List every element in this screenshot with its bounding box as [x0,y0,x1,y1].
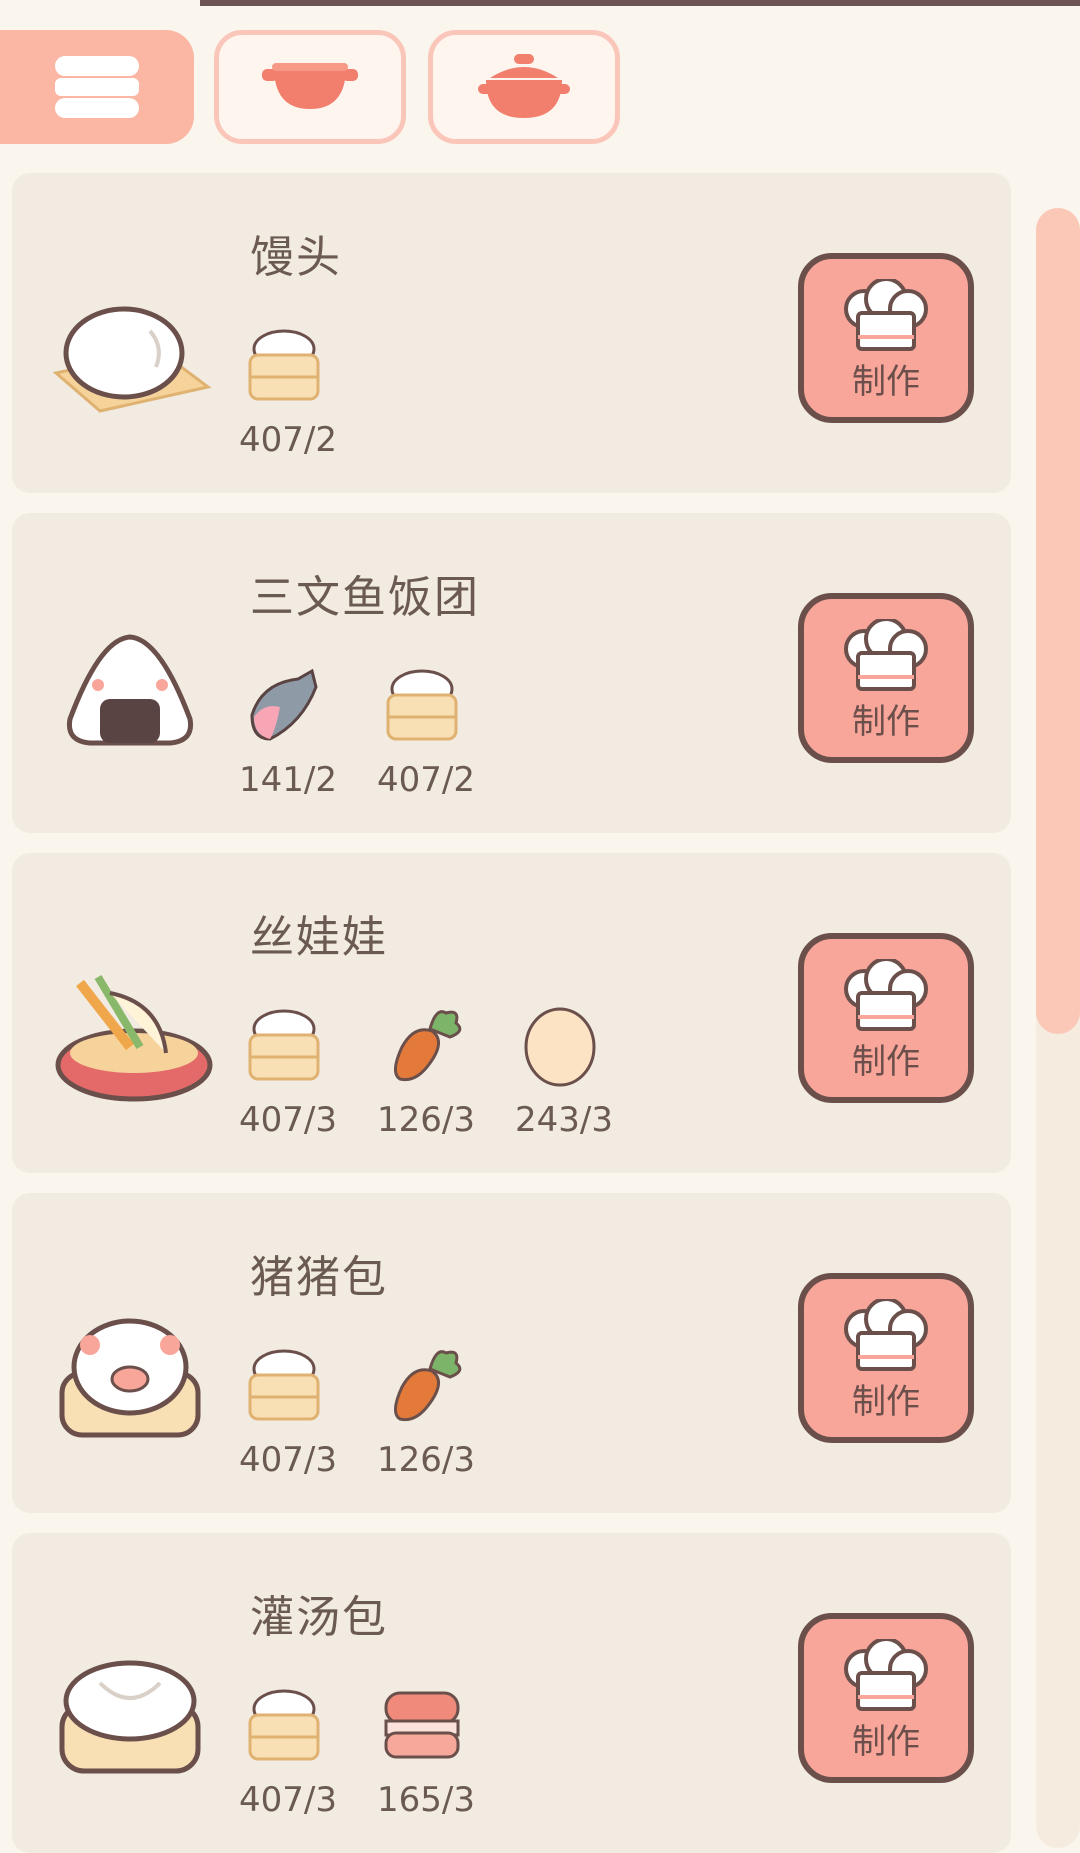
tab-pot[interactable] [214,30,406,144]
make-button[interactable]: 制作 [798,1613,974,1783]
ingredient: 407/3 [228,1683,348,1833]
make-button-label: 制作 [852,702,920,742]
ingredient-count: 126/3 [377,1440,475,1480]
dish-name: 丝娃娃 [250,912,388,963]
tab-casserole[interactable] [428,30,620,144]
soup-dumpling-icon [59,1660,201,1774]
ingredient: 126/3 [366,1343,486,1493]
scrollbar-thumb[interactable] [1036,208,1080,1034]
ingredient: 243/3 [504,1003,624,1153]
onigiri-icon [66,634,194,746]
ingredient: 407/3 [228,1343,348,1493]
ingredient-count: 243/3 [515,1100,613,1140]
ingredient: 141/2 [228,663,348,813]
tab-steamer[interactable] [0,30,194,144]
chef-hat-icon [844,1299,928,1371]
make-button[interactable]: 制作 [798,1273,974,1443]
dish-name: 灌汤包 [250,1592,388,1643]
ingredient-count: 407/3 [239,1780,337,1820]
carrot-icon [394,1350,462,1422]
ingredient: 407/3 [228,1003,348,1153]
steamed-flour-icon [248,329,320,401]
casserole-icon [478,54,570,118]
make-button-label: 制作 [852,1722,920,1762]
make-button-label: 制作 [852,1042,920,1082]
carrot-icon [394,1010,462,1082]
piggy-bun-icon [59,1318,201,1438]
make-button[interactable]: 制作 [798,253,974,423]
steamed-flour-icon [248,1349,320,1421]
siwawa-icon [55,974,213,1102]
recipe-card: 灌汤包 407/3 165/3 制作 [12,1533,1011,1853]
dish-name: 三文鱼饭团 [250,572,480,623]
make-button-label: 制作 [852,362,920,402]
ingredient-count: 407/3 [239,1440,337,1480]
chef-hat-icon [844,1639,928,1711]
meat-icon [384,1691,460,1759]
ingredient-count: 407/2 [377,760,475,800]
ingredient: 407/2 [366,663,486,813]
egg-icon [524,1007,596,1087]
steamed-flour-icon [248,1689,320,1761]
recipe-card: 猪猪包 407/3 126/3 制作 [12,1193,1011,1513]
ingredient: 126/3 [366,1003,486,1153]
chef-hat-icon [844,619,928,691]
mantou-icon [52,306,212,413]
steamer-icon [55,56,139,118]
dish-name: 猪猪包 [250,1252,388,1303]
dish-name: 馒头 [250,232,342,283]
ingredient: 407/2 [228,323,348,473]
ingredient-count: 407/2 [239,420,337,460]
salmon-icon [250,668,318,741]
steamed-flour-icon [386,669,458,741]
make-button[interactable]: 制作 [798,593,974,763]
recipe-card: 丝娃娃 407/3 126/3 243/3 制作 [12,853,1011,1173]
ingredient-count: 141/2 [239,760,337,800]
ingredient-count: 165/3 [377,1780,475,1820]
steamed-flour-icon [248,1009,320,1081]
make-button-label: 制作 [852,1382,920,1422]
chef-hat-icon [844,279,928,351]
make-button[interactable]: 制作 [798,933,974,1103]
top-border [200,0,1080,6]
ingredient-count: 407/3 [239,1100,337,1140]
recipe-card: 三文鱼饭团 141/2 407/2 制作 [12,513,1011,833]
pot-icon [262,63,358,109]
recipe-card: 馒头 407/2 制作 [12,173,1011,493]
chef-hat-icon [844,959,928,1031]
ingredient: 165/3 [366,1683,486,1833]
ingredient-count: 126/3 [377,1100,475,1140]
